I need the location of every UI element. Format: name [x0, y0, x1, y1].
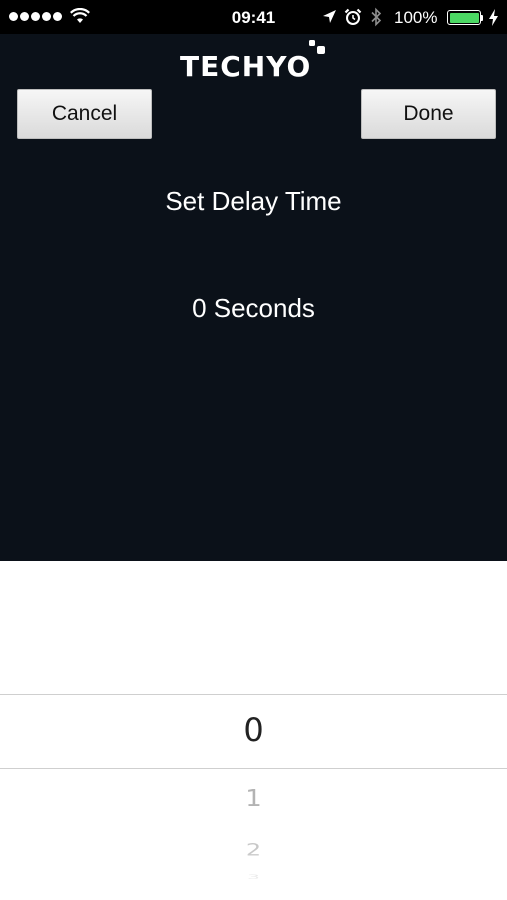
picker-selection-top-line	[0, 694, 507, 695]
logo-dots-icon	[309, 40, 325, 54]
location-arrow-icon	[323, 10, 336, 23]
bluetooth-icon	[371, 7, 382, 27]
picker-row[interactable]: 2	[0, 840, 507, 860]
battery-tip	[481, 15, 483, 21]
battery-icon	[447, 10, 481, 25]
screen: 09:41 100% TECHYO Cancel Done Set Delay …	[0, 0, 507, 900]
alarm-clock-icon	[344, 8, 362, 25]
status-bar: 09:41 100%	[0, 0, 507, 34]
delay-value-label: 0 Seconds	[192, 293, 315, 323]
picker-row-selected[interactable]: 0	[0, 711, 507, 749]
techyo-logo: TECHYO	[180, 40, 325, 82]
picker-row[interactable]: 3	[0, 873, 507, 880]
delay-picker[interactable]: 0 1 2 3	[0, 561, 507, 900]
battery-percent: 100%	[394, 8, 438, 27]
charging-bolt-icon	[489, 9, 498, 26]
done-button[interactable]: Done	[361, 89, 496, 139]
page-title: Set Delay Time	[165, 186, 342, 216]
cancel-button[interactable]: Cancel	[17, 89, 152, 139]
picker-row[interactable]: 1	[0, 786, 507, 813]
picker-selection-bottom-line	[0, 768, 507, 769]
